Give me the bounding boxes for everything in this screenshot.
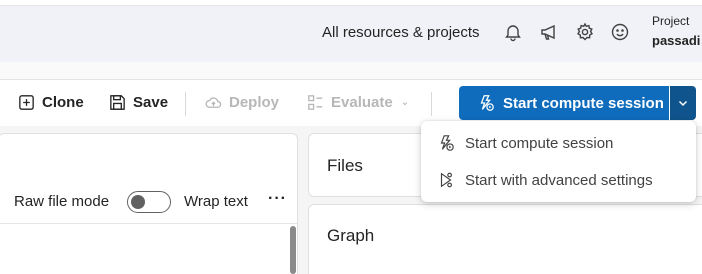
save-icon bbox=[110, 94, 125, 110]
menu-item-start-compute-session[interactable]: Start compute session bbox=[421, 126, 696, 160]
toggle-knob bbox=[131, 195, 145, 209]
files-title: Files bbox=[327, 156, 363, 175]
project-label: Project bbox=[652, 14, 690, 28]
megaphone-icon[interactable] bbox=[538, 21, 560, 43]
deploy-label: Deploy bbox=[229, 93, 280, 111]
advanced-start-icon bbox=[440, 172, 452, 188]
chevron-down-icon: ⌄ bbox=[400, 96, 410, 108]
menu-item-start-advanced-settings[interactable]: Start with advanced settings bbox=[421, 163, 696, 197]
toolbar-separator bbox=[185, 92, 186, 116]
start-options-menu: Start compute session Start with advance… bbox=[421, 121, 696, 202]
save-label: Save bbox=[133, 93, 169, 111]
top-header: All resources & projects Project passadi bbox=[0, 6, 702, 62]
all-resources-link[interactable]: All resources & projects bbox=[322, 24, 480, 41]
toolbar: Clone Save Deploy Evaluate ⌄ Start compu… bbox=[0, 80, 702, 126]
clone-icon bbox=[19, 94, 34, 110]
clone-button[interactable]: Clone bbox=[17, 91, 84, 113]
chevron-down-icon bbox=[678, 100, 688, 107]
more-options-icon[interactable]: ··· bbox=[268, 190, 287, 208]
start-compute-session-label: Start compute session bbox=[503, 94, 664, 112]
evaluate-label: Evaluate bbox=[331, 93, 393, 111]
raw-file-mode-label: Raw file mode bbox=[14, 193, 110, 210]
project-name: passadi bbox=[652, 33, 701, 48]
menu-item-label: Start with advanced settings bbox=[465, 171, 653, 189]
smiley-icon[interactable] bbox=[609, 21, 631, 43]
start-options-dropdown-button[interactable] bbox=[670, 86, 696, 120]
deploy-button[interactable]: Deploy bbox=[204, 91, 279, 113]
evaluate-button[interactable]: Evaluate ⌄ bbox=[306, 91, 409, 113]
menu-item-label: Start compute session bbox=[465, 134, 614, 152]
evaluate-icon bbox=[308, 94, 323, 110]
editor-scrollbar[interactable] bbox=[290, 226, 296, 274]
toolbar-separator bbox=[431, 92, 432, 116]
start-compute-session-button[interactable]: Start compute session bbox=[459, 86, 669, 120]
compute-start-icon bbox=[480, 95, 494, 111]
wrap-text-label[interactable]: Wrap text bbox=[184, 193, 248, 210]
editor-divider bbox=[0, 223, 297, 224]
clone-label: Clone bbox=[42, 93, 84, 111]
bell-icon[interactable] bbox=[502, 21, 524, 43]
save-button[interactable]: Save bbox=[108, 91, 168, 113]
raw-file-mode-toggle[interactable] bbox=[127, 191, 171, 213]
gear-icon[interactable] bbox=[574, 21, 596, 43]
graph-title: Graph bbox=[327, 226, 375, 245]
project-switcher[interactable]: Project passadi bbox=[652, 14, 700, 48]
header-gap bbox=[0, 62, 702, 80]
compute-start-icon bbox=[440, 135, 454, 151]
cloud-deploy-icon bbox=[205, 96, 222, 108]
